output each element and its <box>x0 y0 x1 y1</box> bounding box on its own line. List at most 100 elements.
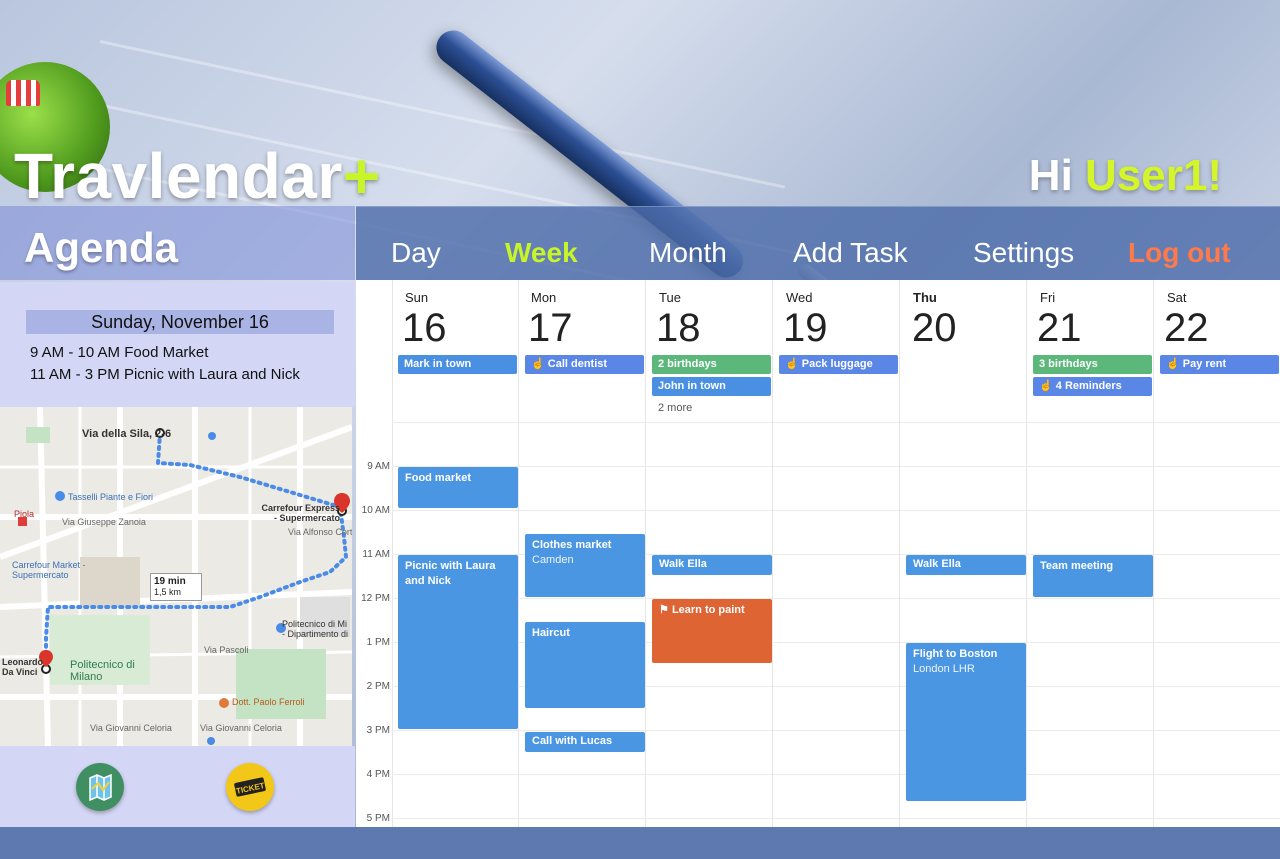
time-label: 4 PM <box>366 769 390 780</box>
more-events-link[interactable]: 2 more <box>658 402 692 414</box>
day-number: 19 <box>783 306 828 350</box>
route-map[interactable]: Via della Sila, 2-6 Tasselli Piante e Fi… <box>0 407 352 746</box>
day-number: 20 <box>912 306 957 350</box>
time-label: 5 PM <box>366 813 390 824</box>
time-label: 12 PM <box>361 593 390 604</box>
nav-day[interactable]: Day <box>391 237 441 269</box>
flag-icon: ⚑ <box>659 604 669 616</box>
calendar-event[interactable]: Flight to Boston London LHR <box>906 643 1026 801</box>
nav-settings[interactable]: Settings <box>973 237 1074 269</box>
ticket-icon: TICKET <box>234 777 266 797</box>
map-street-label: Via Giovanni Celoria <box>90 723 172 733</box>
map-destination-label: Carrefour Express - Supermercato <box>261 503 340 523</box>
time-label: 10 AM <box>361 505 390 516</box>
left-toolbar: TICKET <box>0 746 355 827</box>
greeting-prefix: Hi <box>1028 151 1086 200</box>
day-number: 17 <box>528 306 573 350</box>
day-name: Wed <box>786 290 813 305</box>
app-plus: + <box>342 140 381 212</box>
app-logo: Travlendar+ <box>14 138 381 214</box>
reminder-label: 4 Reminders <box>1055 380 1122 392</box>
reminder-label: Pack luggage <box>801 358 873 370</box>
agenda-box: Sunday, November 16 9 AM - 10 AM Food Ma… <box>0 282 355 407</box>
map-poi-label: Tasselli Piante e Fiori <box>68 492 154 502</box>
greeting-user: User1! <box>1085 151 1222 200</box>
walk-duration-box: 19 min 1,5 km <box>150 573 202 601</box>
time-label: 1 PM <box>366 637 390 648</box>
map-poi-label: Politecnico di Mi - Dipartimento di <box>282 619 349 639</box>
allday-reminder[interactable]: ☝ 4 Reminders <box>1033 377 1152 396</box>
calendar-event[interactable]: Haircut <box>525 622 645 708</box>
map-poi-label: Carrefour Market - Supermercato <box>12 560 86 580</box>
allday-birthdays[interactable]: 3 birthdays <box>1033 355 1152 374</box>
day-name: Sat <box>1167 290 1187 305</box>
nav-month[interactable]: Month <box>649 237 727 269</box>
agenda-event-time: 9 AM - 10 AM <box>30 344 121 361</box>
time-label: 2 PM <box>366 681 390 692</box>
calendar-event[interactable]: ⚑ Learn to paint <box>652 599 772 663</box>
map-icon <box>89 773 112 802</box>
calendar-event[interactable]: Picnic with Laura and Nick <box>398 555 518 729</box>
time-label: 11 AM <box>362 549 390 560</box>
map-origin-area-label: Leonardo Da Vinci <box>2 657 44 677</box>
walk-distance: 1,5 km <box>154 587 182 597</box>
map-poi-label: Dott. Paolo Ferroli <box>232 697 305 707</box>
app-name: Travlendar <box>14 140 343 212</box>
day-number: 18 <box>656 306 701 350</box>
reminder-label: Call dentist <box>547 358 608 370</box>
day-number: 21 <box>1037 306 1082 350</box>
map-street-label: Via Pascoli <box>204 645 249 655</box>
agenda-event[interactable]: 9 AM - 10 AM Food Market <box>30 343 208 363</box>
time-label: 3 PM <box>366 725 390 736</box>
allday-event[interactable]: John in town <box>652 377 771 396</box>
agenda-date: Sunday, November 16 <box>26 310 334 334</box>
map-street-label: Via Alfonso Corti <box>288 527 352 537</box>
agenda-title: Agenda <box>24 224 179 271</box>
event-title: Clothes market <box>532 539 612 551</box>
event-title: Flight to Boston <box>913 648 998 660</box>
footer-bar <box>0 827 1280 859</box>
reminder-label: Pay rent <box>1182 358 1227 370</box>
agenda-event-title: Picnic with Laura and Nick <box>123 366 300 383</box>
calendar-event[interactable]: Food market <box>398 467 518 508</box>
agenda-event-title: Food Market <box>124 344 209 361</box>
agenda-event[interactable]: 11 AM - 3 PM Picnic with Laura and Nick <box>30 365 300 385</box>
calendar-event[interactable]: Team meeting <box>1033 555 1153 597</box>
allday-reminder[interactable]: ☝ Call dentist <box>525 355 644 374</box>
day-number: 16 <box>402 306 447 350</box>
calendar-event[interactable]: Call with Lucas <box>525 732 645 752</box>
day-number: 22 <box>1164 306 1209 350</box>
nav-logout[interactable]: Log out <box>1128 237 1231 269</box>
day-name: Mon <box>531 290 557 305</box>
nav-add-task[interactable]: Add Task <box>793 237 908 269</box>
allday-birthdays[interactable]: 2 birthdays <box>652 355 771 374</box>
event-title: Learn to paint <box>671 604 745 616</box>
week-calendar: Sun 16 Mon 17 Tue 18 Wed 19 Thu 20 Fri 2… <box>356 280 1280 827</box>
day-name: Fri <box>1040 290 1056 305</box>
ticket-button[interactable]: TICKET <box>226 763 274 811</box>
calendar-event[interactable]: Walk Ella <box>652 555 772 575</box>
walk-time: 19 min <box>154 576 186 587</box>
allday-reminder[interactable]: ☝ Pack luggage <box>779 355 898 374</box>
allday-reminder[interactable]: ☝ Pay rent <box>1160 355 1279 374</box>
user-greeting: Hi User1! <box>1029 150 1222 202</box>
event-location: London LHR <box>913 663 975 675</box>
allday-event[interactable]: Mark in town <box>398 355 517 374</box>
day-name: Sun <box>405 290 429 305</box>
map-street-label: Via Giovanni Celoria <box>200 723 282 733</box>
day-name: Thu <box>913 290 937 305</box>
main-nav: Day Week Month Add Task Settings Log out <box>356 206 1280 281</box>
map-origin-label: Via della Sila, 2-6 <box>82 428 172 440</box>
agenda-event-time: 11 AM - 3 PM <box>30 366 120 383</box>
map-button[interactable] <box>76 763 124 811</box>
time-label: 9 AM <box>367 461 390 472</box>
map-station-label: Piola <box>14 509 35 519</box>
calendar-event[interactable]: Walk Ella <box>906 555 1026 575</box>
day-name: Tue <box>659 290 681 305</box>
event-location: Camden <box>532 554 574 566</box>
nav-week[interactable]: Week <box>505 237 578 269</box>
agenda-header: Agenda <box>0 206 355 280</box>
map-area-label: Politecnico di Milano <box>70 659 135 683</box>
map-street-label: Via Giuseppe Zanoia <box>62 517 146 527</box>
calendar-event[interactable]: Clothes market Camden <box>525 534 645 597</box>
